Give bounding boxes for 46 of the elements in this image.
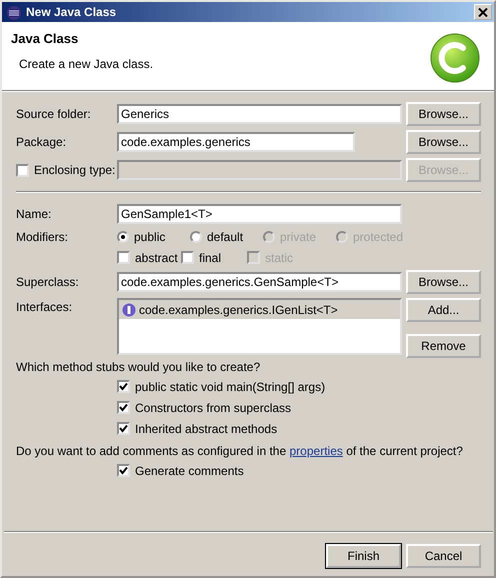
question-text: Which method stubs would you like to create?: [16, 359, 262, 376]
field-label: Modifiers:: [16, 228, 70, 246]
field-label: Name:: [16, 206, 52, 223]
checkbox[interactable]: [117, 380, 130, 393]
finish-button[interactable]: Finish: [326, 544, 401, 568]
field-label: Package:: [16, 134, 68, 151]
checkbox-label: abstract: [135, 250, 178, 266]
checkbox[interactable]: [117, 251, 130, 264]
list-item[interactable]: code.examples.generics.IGenList<T>: [119, 300, 400, 319]
remove-button[interactable]: Remove: [406, 334, 481, 358]
browse-button[interactable]: Browse...: [406, 130, 481, 154]
window-title: New Java Class: [26, 4, 118, 21]
checkbox-label: Inherited abstract methods: [135, 420, 278, 438]
add-button[interactable]: Add...: [406, 298, 481, 322]
radio-option[interactable]: default: [190, 228, 263, 246]
checkbox-label: Constructors from superclass: [135, 400, 292, 416]
field-label: Interfaces:: [16, 299, 74, 316]
text-field[interactable]: code.examples.generics: [117, 132, 355, 152]
field-label: Superclass:: [16, 274, 80, 291]
properties-link[interactable]: properties: [290, 444, 343, 458]
browse-button[interactable]: Browse...: [406, 102, 481, 126]
class-icon: [429, 32, 481, 84]
checkbox-label: final: [199, 250, 222, 266]
text-field[interactable]: Generics: [117, 104, 402, 124]
question-text: Do you want to add comments as configured in the properties of the current project?: [16, 443, 464, 460]
checkbox-label: Generate comments: [135, 462, 244, 480]
text-field[interactable]: code.examples.generics.GenSample<T>: [117, 272, 402, 292]
close-button[interactable]: [474, 4, 492, 20]
interface-icon: [122, 302, 136, 316]
text-field[interactable]: GenSample1<T>: [117, 204, 402, 224]
interface-list[interactable]: code.examples.generics.IGenList<T>: [117, 298, 402, 355]
checkbox[interactable]: [117, 422, 130, 435]
cancel-button[interactable]: Cancel: [406, 544, 481, 568]
page-title: Java Class: [11, 30, 80, 48]
page-description: Create a new Java class.: [19, 56, 154, 72]
field-label: Source folder:: [16, 106, 92, 123]
checkbox[interactable]: [181, 251, 194, 264]
checkbox[interactable]: [117, 464, 130, 477]
checkbox[interactable]: [16, 164, 29, 176]
checkbox-label: public static void main(String[] args): [135, 378, 326, 396]
browse-button[interactable]: Browse...: [406, 270, 481, 294]
radio-option[interactable]: public: [117, 228, 190, 246]
field-label: Enclosing type:: [34, 162, 116, 179]
checkbox[interactable]: [117, 401, 130, 414]
app-icon: [6, 4, 22, 21]
close-icon: [478, 8, 488, 16]
